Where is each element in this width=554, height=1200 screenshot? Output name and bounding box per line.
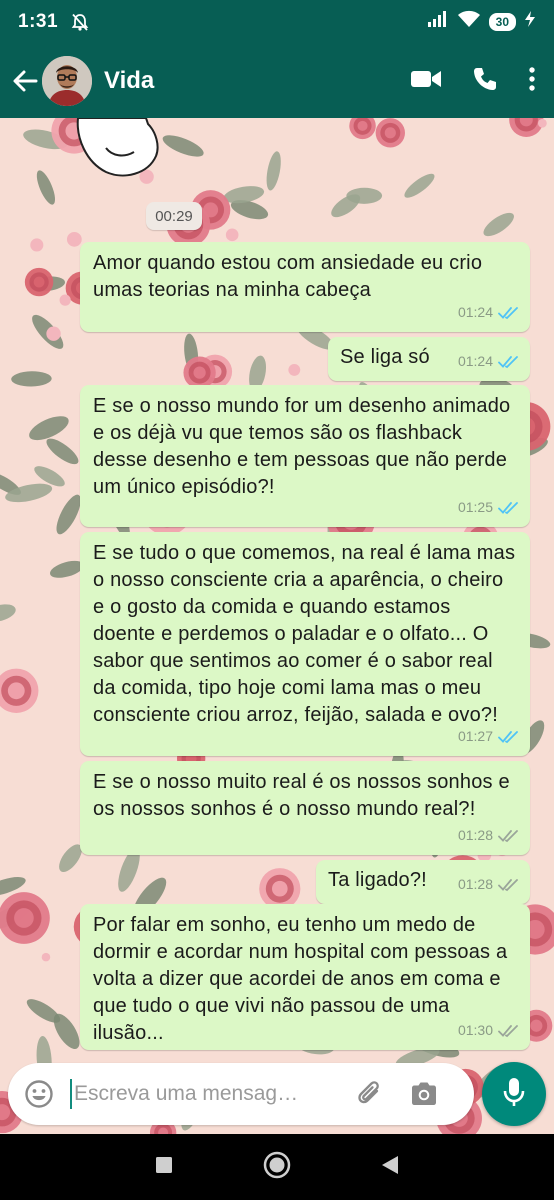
system-nav-bar — [0, 1134, 554, 1200]
message-bubble[interactable]: E se tudo o que comemos, na real é lama … — [80, 532, 530, 756]
message-text: Por falar em sonho, eu tenho um medo de … — [93, 914, 508, 1044]
message-text: Amor quando estou com ansiedade eu crio … — [93, 252, 483, 301]
delivered-ticks-icon — [498, 829, 520, 843]
wifi-icon — [457, 10, 481, 34]
read-ticks-icon — [498, 355, 520, 369]
delivered-ticks-icon — [498, 1024, 520, 1038]
message-time: 01:28 — [457, 827, 493, 843]
message-bubble[interactable]: Amor quando estou com ansiedade eu crio … — [80, 242, 530, 332]
message-time: 01:28 — [457, 876, 493, 892]
no-notifications-icon — [70, 12, 90, 32]
contact-name[interactable]: Vida — [104, 67, 154, 95]
message-text: E se o nosso muito real é os nossos sonh… — [93, 771, 510, 820]
message-text: Se liga só — [340, 346, 430, 368]
nav-home-icon[interactable] — [263, 1151, 291, 1184]
message-time: 01:27 — [457, 728, 493, 744]
message-text: Ta ligado?! — [328, 869, 427, 891]
attach-icon[interactable] — [350, 1079, 390, 1109]
status-time: 1:31 — [18, 11, 59, 32]
message-text: E se o nosso mundo for um desenho animad… — [93, 395, 511, 498]
chat-header: Vida — [0, 44, 554, 118]
message-time: 01:24 — [457, 304, 493, 320]
back-arrow-icon[interactable] — [10, 61, 40, 101]
date-chip: 00:29 — [146, 202, 202, 230]
message-bubble[interactable]: Ta ligado?! 01:28 — [316, 860, 530, 904]
emoji-icon[interactable] — [22, 1077, 56, 1111]
read-ticks-icon — [498, 501, 520, 515]
mic-button[interactable] — [482, 1062, 546, 1126]
message-input[interactable] — [74, 1082, 344, 1106]
avatar[interactable] — [42, 56, 92, 106]
nav-recents-icon[interactable] — [155, 1156, 173, 1179]
message-bubble[interactable]: E se o nosso mundo for um desenho animad… — [80, 385, 530, 527]
read-ticks-icon — [498, 730, 520, 744]
message-text: E se tudo o que comemos, na real é lama … — [93, 542, 516, 726]
sticker — [76, 118, 159, 177]
message-bubble[interactable]: E se o nosso muito real é os nossos sonh… — [80, 761, 530, 855]
message-bubble[interactable]: Por falar em sonho, eu tenho um medo de … — [80, 904, 530, 1050]
message-time: 01:25 — [457, 499, 493, 515]
message-input-container — [8, 1063, 474, 1125]
composer — [0, 1056, 554, 1134]
camera-icon[interactable] — [406, 1081, 442, 1107]
text-caret — [70, 1079, 72, 1109]
voice-call-icon[interactable] — [472, 66, 498, 97]
more-options-icon[interactable] — [528, 66, 536, 97]
nav-back-icon[interactable] — [381, 1155, 399, 1180]
mic-icon — [501, 1076, 527, 1113]
read-ticks-icon — [498, 306, 520, 320]
charging-icon — [524, 10, 536, 34]
message-bubble[interactable]: Se liga só 01:24 — [328, 337, 530, 381]
status-bar: 1:31 30 — [0, 0, 554, 44]
battery-indicator: 30 — [488, 13, 516, 31]
signal-icon — [427, 10, 449, 34]
video-call-icon[interactable] — [410, 68, 442, 95]
delivered-ticks-icon — [498, 878, 520, 892]
message-time: 01:24 — [457, 353, 493, 369]
message-time: 01:30 — [457, 1022, 493, 1038]
